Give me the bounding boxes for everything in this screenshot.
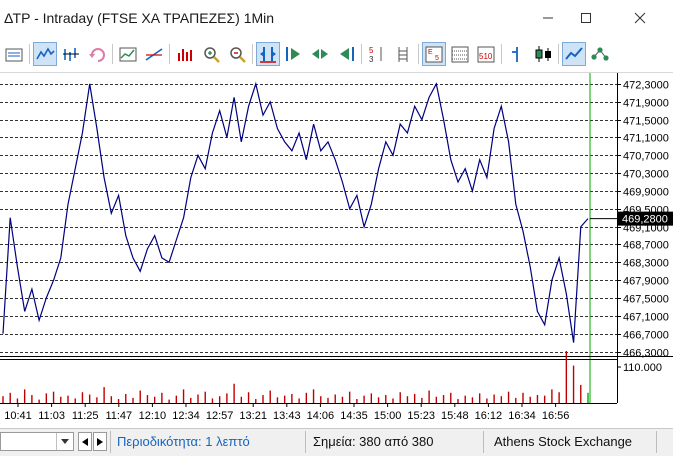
zoom-in-icon[interactable] [199,42,223,66]
x-tick-label: 14:06 [307,410,335,422]
next-button[interactable] [93,432,107,451]
y-tick-label: 469,9000 [623,187,669,199]
maximize-icon[interactable] [566,4,606,32]
refresh-icon[interactable] [85,42,109,66]
e5-grid-icon[interactable]: E5 [422,42,446,66]
exchange-label: Athens Stock Exchange [494,434,633,449]
x-tick-label: 11:47 [105,410,132,422]
toolbar-separator [169,44,170,64]
period-label: Περιοδικότητα: 1 λεπτό [117,434,250,449]
x-tick-label: 16:12 [475,410,503,422]
x-tick-label: 11:25 [72,410,99,422]
toolbar-separator [252,44,253,64]
svg-text:3: 3 [369,55,374,64]
y-tick-label: 472,3000 [623,80,669,92]
x-tick-label: 10:41 [4,410,32,422]
title-bar: ΔΤΡ - Intraday (FTSE ΧΑ ΤΡΑΠΕΖΕΣ) 1Min [0,0,673,36]
last-value-label: 469,2800 [622,214,668,226]
ladder-icon[interactable] [391,42,415,66]
status-divider [305,431,306,453]
toolbar-separator [418,44,419,64]
scroll-both-icon[interactable] [308,42,332,66]
price-chart[interactable]: 472,3000 471,9000 471,5000 471,1000 470,7000… [0,73,673,428]
tick-bar-icon[interactable] [505,42,529,66]
volume-tick-label: 110.000 [623,362,662,374]
status-divider [110,431,111,453]
plot-area [0,73,618,428]
svg-text:510: 510 [479,52,493,61]
y-tick-label: 471,9000 [623,98,669,110]
y-tick-label: 467,5000 [623,294,669,306]
symbol-combobox[interactable] [0,432,74,451]
chevron-down-icon[interactable] [56,433,73,450]
dense-grid-icon[interactable] [448,42,472,66]
toolbar-separator [361,44,362,64]
x-tick-label: 13:43 [273,410,301,422]
indicator-icon[interactable] [116,42,140,66]
candlestick-icon[interactable] [531,42,555,66]
y-tick-label: 467,1000 [623,312,669,324]
window-title: ΔΤΡ - Intraday (FTSE ΧΑ ΤΡΑΠΕΖΕΣ) 1Min [4,10,275,26]
close-icon[interactable] [620,4,660,32]
x-tick-label: 13:21 [239,410,267,422]
status-divider [656,431,657,453]
x-tick-label: 12:34 [172,410,200,422]
y-tick-label: 471,1000 [623,133,669,145]
properties-icon[interactable] [2,42,26,66]
previous-button[interactable] [78,432,92,451]
toolbar-separator [558,44,559,64]
toolbar-separator [112,44,113,64]
y-tick-label: 470,3000 [623,169,669,181]
x-tick-label: 15:23 [407,410,435,422]
x-tick-label: 12:57 [206,410,234,422]
svg-text:5: 5 [369,46,374,55]
grid-510-icon[interactable]: 510 [474,42,498,66]
status-bar: Περιοδικότητα: 1 λεπτό Σημεία: 380 από 3… [0,428,673,456]
x-tick-label: 16:34 [508,410,536,422]
line-mode-icon[interactable] [562,42,586,66]
svg-text:5: 5 [435,55,439,62]
x-tick-label: 15:00 [374,410,402,422]
toolbar-separator [29,44,30,64]
x-tick-label: 14:35 [340,410,368,422]
network-icon[interactable] [588,42,612,66]
minimize-icon[interactable] [528,4,568,32]
zoom-out-icon[interactable] [225,42,249,66]
toolbar: 5 3 E 5 510 [0,38,673,73]
y-tick-label: 470,7000 [623,151,669,163]
y-tick-label: 471,5000 [623,116,669,128]
y-tick-label: 468,7000 [623,240,669,252]
scroll-start-icon[interactable] [334,42,358,66]
x-tick-label: 12:10 [139,410,167,422]
scroll-end-icon[interactable] [282,42,306,66]
x-tick-label: 15:48 [441,410,469,422]
toolbar-separator [501,44,502,64]
y-tick-label: 466,7000 [623,330,669,342]
line-chart-icon[interactable] [33,42,57,66]
svg-text:E: E [428,49,433,56]
x-tick-label: 16:56 [542,410,570,422]
fit-icon[interactable] [256,42,280,66]
y-tick-label: 468,3000 [623,258,669,270]
points-label: Σημεία: 380 από 380 [313,434,434,449]
y-tick-label: 467,9000 [623,276,669,288]
status-divider [483,431,484,453]
volume-bars-icon[interactable] [173,42,197,66]
y-tick-label: 466,3000 [623,348,669,360]
x-tick-label: 11:03 [38,410,65,422]
trend-tool-icon[interactable] [142,42,166,66]
bar-chart-icon[interactable] [59,42,83,66]
sort-descending-icon[interactable]: 53 [365,42,389,66]
